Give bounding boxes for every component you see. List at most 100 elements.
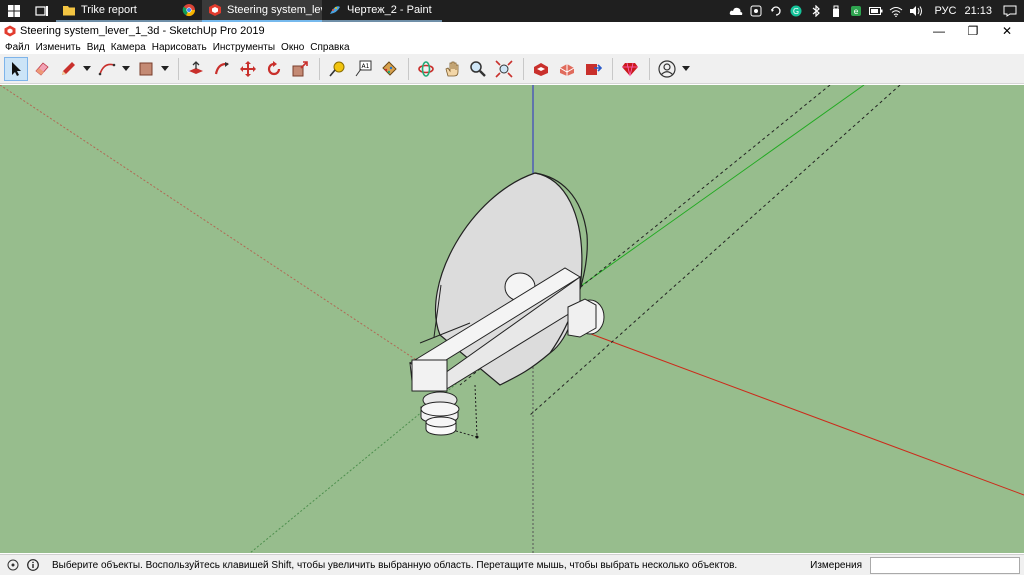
battery-icon[interactable] xyxy=(868,4,884,18)
line-tool-button[interactable] xyxy=(56,57,80,81)
rotate-tool-button[interactable] xyxy=(262,57,286,81)
status-message: Выберите объекты. Воспользуйтесь клавише… xyxy=(52,559,738,571)
arc-tool-dropdown[interactable] xyxy=(121,57,130,81)
sketchup-icon xyxy=(4,25,16,37)
menu-window[interactable]: Окно xyxy=(280,42,309,53)
notifications-icon[interactable] xyxy=(1002,4,1018,18)
ruby-console-button[interactable] xyxy=(618,57,642,81)
restore-button[interactable]: ❐ xyxy=(956,22,990,40)
push-pull-icon xyxy=(189,60,203,74)
rectangle-icon xyxy=(139,62,153,75)
account-button[interactable] xyxy=(655,57,679,81)
taskbar-item-sketchup[interactable]: Steering system_lever... xyxy=(202,0,322,22)
volume-icon[interactable] xyxy=(908,4,924,18)
text-tool-button[interactable]: A1 xyxy=(351,57,375,81)
zoom-extents-icon xyxy=(495,59,513,78)
update-icon[interactable] xyxy=(768,4,784,18)
3d-warehouse-button[interactable] xyxy=(529,57,553,81)
line-tool-dropdown[interactable] xyxy=(82,57,91,81)
windows-start-icon[interactable] xyxy=(0,0,28,22)
paint-bucket-tool-button[interactable] xyxy=(377,57,401,81)
taskbar-item-paint[interactable]: Чертеж_2 - Paint xyxy=(322,0,442,22)
clock[interactable]: 21:13 xyxy=(964,5,992,17)
menu-help[interactable]: Справка xyxy=(309,42,354,53)
window-titlebar: Steering system_lever_1_3d - SketchUp Pr… xyxy=(0,22,1024,40)
status-bar: Выберите объекты. Воспользуйтесь клавише… xyxy=(0,554,1024,575)
menu-bar: Файл Изменить Вид Камера Нарисовать Инст… xyxy=(0,40,1024,54)
zoom-extents-tool-button[interactable] xyxy=(492,57,516,81)
main-toolbar: A1 xyxy=(0,54,1024,84)
task-view-icon[interactable] xyxy=(28,0,56,22)
chevron-down-icon xyxy=(160,66,169,71)
pin-guide xyxy=(474,384,478,438)
move-tool-button[interactable] xyxy=(236,57,260,81)
hand-icon xyxy=(445,61,459,76)
red-axis-negative xyxy=(0,85,431,370)
menu-file[interactable]: Файл xyxy=(4,42,35,53)
follow-me-tool-button[interactable] xyxy=(210,57,234,81)
eraser-icon xyxy=(35,61,49,76)
app-tray-icon[interactable] xyxy=(748,4,764,18)
menu-camera[interactable]: Камера xyxy=(110,42,151,53)
tape-measure-icon xyxy=(329,61,345,77)
pan-tool-button[interactable] xyxy=(440,57,464,81)
green-app-icon[interactable]: e xyxy=(848,4,864,18)
move-icon xyxy=(240,60,256,77)
extension-warehouse-button[interactable] xyxy=(555,57,579,81)
account-dropdown[interactable] xyxy=(681,57,690,81)
menu-view[interactable]: Вид xyxy=(86,42,110,53)
shapes-tool-dropdown[interactable] xyxy=(160,57,169,81)
measurements-input[interactable] xyxy=(870,556,1020,574)
onedrive-icon[interactable] xyxy=(728,4,744,18)
select-tool-button[interactable] xyxy=(4,56,28,81)
send-to-layout-button[interactable] xyxy=(581,57,605,81)
usb-device-icon[interactable] xyxy=(828,4,844,18)
menu-edit[interactable]: Изменить xyxy=(35,42,86,53)
pencil-icon xyxy=(62,61,75,75)
lever-end-face[interactable] xyxy=(411,359,448,392)
rectangle-tool-button[interactable] xyxy=(134,57,158,81)
arc-tool-button[interactable] xyxy=(95,57,119,81)
windows-taskbar: Trike report Steering system_lever... Че… xyxy=(0,0,1024,22)
tape-measure-tool-button[interactable] xyxy=(325,57,349,81)
grammarly-icon[interactable]: G xyxy=(788,4,804,18)
orbit-tool-button[interactable] xyxy=(414,57,438,81)
follow-me-icon xyxy=(214,61,229,74)
toolbar-separator xyxy=(649,57,650,80)
eraser-tool-button[interactable] xyxy=(30,57,54,81)
language-indicator[interactable]: РУС xyxy=(934,5,956,17)
push-pull-tool-button[interactable] xyxy=(184,57,208,81)
zoom-tool-button[interactable] xyxy=(466,57,490,81)
user-account-icon xyxy=(658,59,676,78)
taskbar-item-chrome[interactable] xyxy=(176,0,202,22)
guide-point xyxy=(475,435,479,439)
info-icon[interactable] xyxy=(26,558,40,572)
toolbar-separator xyxy=(178,57,179,80)
menu-draw[interactable]: Нарисовать xyxy=(151,42,212,53)
green-axis-positive xyxy=(539,85,865,316)
wifi-icon[interactable] xyxy=(888,4,904,18)
toolbar-separator xyxy=(612,57,613,80)
orbit-icon xyxy=(418,60,434,77)
cursor-arrow-icon xyxy=(12,61,21,76)
svg-text:G: G xyxy=(793,7,799,16)
arc-icon xyxy=(98,63,116,75)
red-axis-positive xyxy=(539,314,1024,496)
model-scene[interactable] xyxy=(0,85,1024,553)
3d-viewport[interactable] xyxy=(0,85,1024,553)
toolbar-separator xyxy=(319,57,320,80)
menu-tools[interactable]: Инструменты xyxy=(212,42,280,53)
chevron-down-icon xyxy=(681,66,690,71)
bluetooth-icon[interactable] xyxy=(808,4,824,18)
close-button[interactable]: ✕ xyxy=(990,22,1024,40)
minimize-button[interactable]: — xyxy=(922,22,956,40)
svg-text:e: e xyxy=(854,7,859,16)
scale-tool-button[interactable] xyxy=(288,57,312,81)
scale-icon xyxy=(292,60,308,76)
ruby-icon xyxy=(622,62,638,76)
measurements-label: Измерения xyxy=(810,559,862,571)
pin-guide xyxy=(455,430,478,438)
geo-location-icon[interactable] xyxy=(6,558,20,572)
chevron-down-icon xyxy=(82,66,91,71)
taskbar-item-trike-report[interactable]: Trike report xyxy=(56,0,176,22)
